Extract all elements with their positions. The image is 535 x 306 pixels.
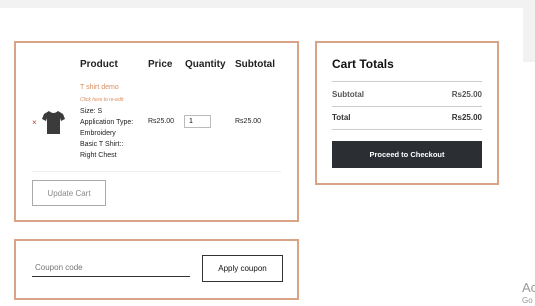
cart-totals: Cart Totals Subtotal Rs25.00 Total Rs25.…	[315, 41, 499, 185]
activation-watermark-line1: Ac	[522, 280, 535, 295]
total-value: Rs25.00	[451, 113, 482, 122]
proceed-to-checkout-button[interactable]: Proceed to Checkout	[332, 141, 482, 168]
remove-icon[interactable]: ×	[32, 118, 37, 127]
side-panel	[523, 62, 535, 306]
cart-table: Product Price Quantity Subtotal × T shir…	[14, 41, 299, 222]
row-divider	[32, 171, 281, 172]
basic-tshirt-label: Basic T Shirt::	[80, 141, 124, 148]
tshirt-icon[interactable]	[42, 110, 65, 135]
update-cart-button[interactable]: Update Cart	[32, 180, 106, 206]
page-content: Product Price Quantity Subtotal × T shir…	[0, 8, 523, 306]
totals-divider-top	[332, 81, 482, 82]
basic-tshirt-value: Right Chest	[80, 152, 117, 159]
item-price: Rs25.00	[148, 118, 175, 125]
apply-coupon-button[interactable]: Apply coupon	[202, 255, 283, 282]
header-price: Price	[148, 59, 173, 70]
coupon-section: Apply coupon	[14, 239, 299, 300]
coupon-code-input[interactable]	[32, 259, 190, 277]
totals-divider-bottom	[332, 129, 482, 130]
product-size: Size: S	[80, 108, 103, 115]
header-quantity: Quantity	[185, 59, 226, 70]
product-name-link[interactable]: T shirt demo	[80, 84, 119, 91]
re-edit-link[interactable]: Click here to re-edit	[80, 97, 123, 103]
quantity-input[interactable]	[184, 115, 211, 128]
subtotal-label: Subtotal	[332, 90, 364, 99]
subtotal-row: Subtotal Rs25.00	[332, 90, 482, 99]
application-type-value: Embroidery	[80, 130, 116, 137]
total-row: Total Rs25.00	[332, 113, 482, 122]
total-label: Total	[332, 113, 351, 122]
header-subtotal: Subtotal	[235, 59, 275, 70]
item-subtotal: Rs25.00	[235, 118, 262, 125]
cart-totals-title: Cart Totals	[332, 57, 394, 71]
application-type-label: Application Type:	[80, 119, 134, 126]
header-product: Product	[80, 59, 118, 70]
activation-watermark-line2: Go	[522, 296, 533, 305]
subtotal-value: Rs25.00	[451, 90, 482, 99]
totals-divider-mid	[332, 106, 482, 107]
